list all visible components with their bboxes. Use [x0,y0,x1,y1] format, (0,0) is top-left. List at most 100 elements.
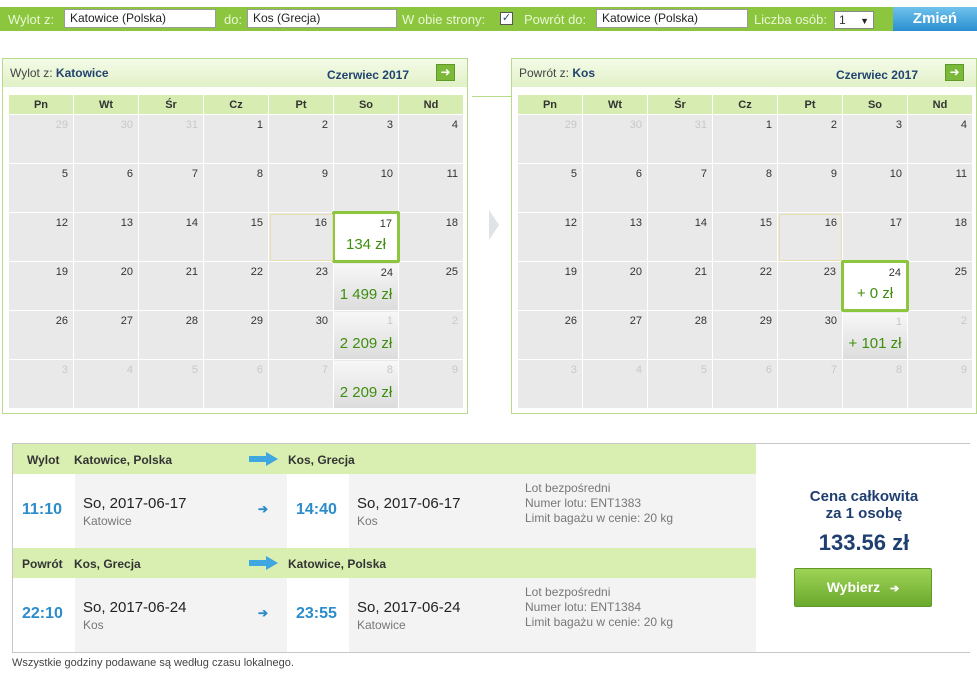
persons-select[interactable]: 1 ▼ [834,11,874,29]
day-number: 21 [694,266,707,278]
inbound-dep-city: Kos [83,618,104,632]
day-price: 2 209 zł [339,335,393,352]
day-number: 3 [570,364,577,376]
day-number: 4 [126,364,133,376]
day-number: 29 [250,315,263,327]
day-number: 2 [321,119,328,131]
inbound-baggage: Limit bagażu w cenie: 20 kg [525,615,674,629]
total-price: 133.56 zł [818,530,910,555]
outbound-calendar-month: Czerwiec 2017 [326,68,409,82]
return-calendar-title-prefix: Powrót z: [519,66,570,80]
weekday-header: Pn [8,94,74,115]
calendar-day: 1 [712,114,778,164]
calendar-week-row: 12 13 14 15 16 17 18 [517,212,973,262]
day-number: 8 [386,364,393,376]
calendar-day: 6 [73,163,139,213]
return-calendar-month: Czerwiec 2017 [835,68,918,82]
calendar-day-priced[interactable]: 24 1 499 zł [333,261,399,311]
day-number: 2 [830,119,837,131]
day-number: 28 [694,315,707,327]
calendar-day: 9 [907,359,973,409]
calendar-day: 29 [712,310,778,360]
day-number: 29 [564,119,577,131]
day-price: 1 499 zł [339,286,393,303]
chevron-right-icon [489,210,499,240]
to-input[interactable]: Kos (Grecja) [247,9,397,28]
route-arrow-icon [249,556,279,570]
day-number: 5 [570,168,577,180]
calendar-week-row: 5 6 7 8 9 10 11 [517,163,973,213]
route-arrow-icon [249,452,279,466]
day-number: 30 [629,119,642,131]
day-number: 29 [55,119,68,131]
inbound-route-header: Powrót Kos, Grecja Katowice, Polska [13,548,756,578]
calendar-day: 25 [907,261,973,311]
day-number: 17 [889,217,902,229]
weekday-header: Śr [647,94,713,115]
calendar-day: 30 [582,114,648,164]
calendar-day: 8 [842,359,908,409]
roundtrip-checkbox[interactable]: ✓ [500,12,513,25]
calendar-day: 2 [777,114,843,164]
calendar-day: 20 [582,261,648,311]
return-input[interactable]: Katowice (Polska) [596,9,748,28]
arrow-right-icon: ➔ [890,583,900,595]
day-number: 23 [823,266,836,278]
calendar-week-row: 26 27 28 29 30 1 2 209 zł 2 [8,310,464,360]
calendar-day-priced[interactable]: 24 + 0 zł [841,260,909,312]
calendar-day: 11 [907,163,973,213]
calendar-connector-line [472,96,512,97]
calendar-day: 6 [712,359,778,409]
day-number: 25 [954,266,967,278]
calendar-day: 13 [73,212,139,262]
outbound-dep-date: So, 2017-06-17 [83,495,187,512]
day-number: 19 [55,266,68,278]
outbound-to: Kos, Grecja [288,453,355,467]
calendar-day: 22 [203,261,269,311]
choose-button[interactable]: Wybierz ➔ [794,568,932,607]
calendar-day: 30 [268,310,334,360]
calendar-day: 4 [398,114,464,164]
calendar-day: 14 [647,212,713,262]
calendar-day-priced[interactable]: 17 134 zł [332,211,400,263]
day-number: 11 [955,168,967,180]
day-number: 6 [126,168,133,180]
persons-label: Liczba osób: [754,12,827,27]
day-number: 9 [321,168,328,180]
day-number: 9 [451,364,458,376]
outbound-arr-time: 14:40 [296,501,337,518]
calendar-day: 13 [582,212,648,262]
day-price: + 101 zł [848,335,902,352]
calendar-day: 3 [517,359,583,409]
weekday-header: So [842,94,908,115]
calendar-day: 22 [712,261,778,311]
day-number: 6 [765,364,772,376]
weekday-header: Cz [203,94,269,115]
calendar-day: 5 [138,359,204,409]
calendar-day-priced[interactable]: 8 2 209 zł [333,359,399,409]
day-number: 13 [629,217,642,229]
change-button[interactable]: Zmień [893,7,977,31]
outbound-calendar-title-prefix: Wylot z: [10,66,53,80]
weekday-header: Pn [517,94,583,115]
calendar-day: 18 [907,212,973,262]
day-number: 28 [185,315,198,327]
next-month-arrow-icon[interactable]: ➜ [945,64,964,81]
calendar-day: 27 [582,310,648,360]
calendar-day: 26 [517,310,583,360]
from-input[interactable]: Katowice (Polska) [64,9,216,28]
calendar-day: 8 [203,163,269,213]
return-label: Powrót do: [524,12,587,27]
weekday-header: Wt [582,94,648,115]
calendar-week-row: 3 4 5 6 7 8 9 [517,359,973,409]
day-number: 23 [315,266,328,278]
day-number: 14 [185,217,198,229]
calendar-day-priced[interactable]: 1 2 209 zł [333,310,399,360]
calendar-week-row: 29 30 31 1 2 3 4 [517,114,973,164]
day-number: 7 [191,168,198,180]
total-price-label-line1: Cena całkowita [809,488,919,505]
next-month-arrow-icon[interactable]: ➜ [436,64,455,81]
calendar-day: 19 [517,261,583,311]
calendar-day: 1 [203,114,269,164]
calendar-day-priced[interactable]: 1 + 101 zł [842,310,908,360]
